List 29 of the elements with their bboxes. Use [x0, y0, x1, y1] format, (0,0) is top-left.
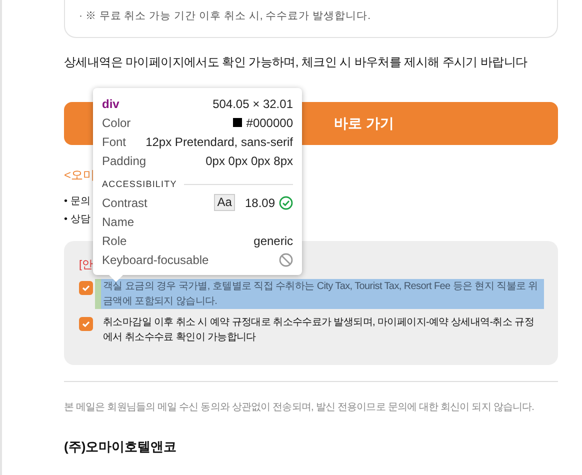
- contact-link[interactable]: <오미: [64, 167, 96, 183]
- contact-line: • 문의: [64, 195, 90, 209]
- checkmark-icon: [81, 283, 91, 293]
- footer-note: 본 메일은 회원님들의 메일 수신 동의와 상관없이 전송되며, 발신 전용이므로 문의에 대한 회신이 되지 않습니다.: [64, 401, 536, 415]
- notice-bullet: · ※ 무료 취소 가능 기간 이후 취소 시, 수수료가 발생합니다.: [79, 9, 372, 24]
- property-label: Padding: [102, 154, 146, 168]
- property-value: 18.09: [244, 196, 275, 210]
- contact-line: • 상담: [64, 213, 90, 227]
- property-label: Color: [102, 116, 131, 130]
- section-heading: ACCESSIBILITY: [102, 179, 177, 189]
- property-label: Role: [102, 234, 127, 248]
- notice-text: 상세내역은 마이페이지에서도 확인 가능하며, 체크인 시 바우처를 제시해 주시기 바랍니다: [64, 54, 528, 71]
- property-value: 0px 0px 0px 8px: [206, 154, 293, 168]
- property-value: generic: [254, 234, 293, 248]
- notice-item-text: 객실 요금의 경우 국가별, 호텔별로 직접 수취하는 City Tax, Tourist Tax, Resort Fee 등은 현지 직불로 위 금액에 포함되지 않습니다.: [95, 279, 544, 309]
- company-name: (주)오마이호텔앤코: [64, 438, 177, 456]
- color-swatch: [233, 118, 242, 127]
- contrast-sample: Aa: [214, 194, 235, 211]
- checkbox[interactable]: [79, 317, 93, 331]
- property-label: Keyboard-focusable: [102, 252, 209, 266]
- checkbox[interactable]: [79, 281, 93, 295]
- notice-item-text: 취소마감일 이후 취소 시 예약 규정대로 취소수수료가 발생되며, 마이페이지-예약 상세내역-취소 규정에서 취소수수료 확인이 가능합니다: [102, 316, 536, 345]
- notice-heading: [안: [79, 258, 94, 272]
- check-circle-icon: [279, 196, 293, 210]
- property-label: Name: [102, 214, 134, 228]
- property-label: Contrast: [102, 196, 148, 210]
- property-value: #000000: [246, 116, 293, 130]
- checkmark-icon: [81, 319, 91, 329]
- blocked-icon: [279, 252, 293, 266]
